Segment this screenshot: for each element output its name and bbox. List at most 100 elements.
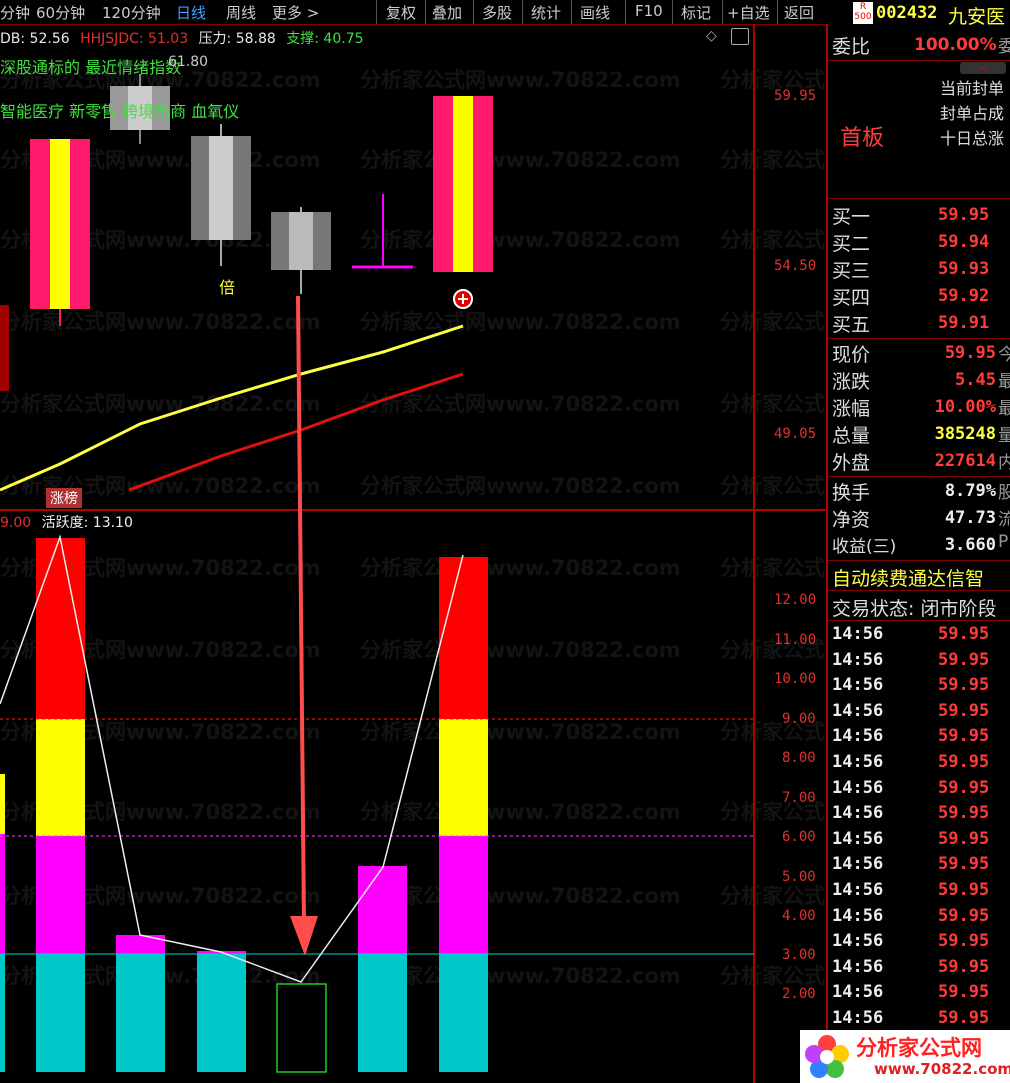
- tick-price: 59.95: [938, 854, 990, 875]
- stat-label: 总量: [832, 425, 871, 447]
- tick-price: 59.95: [938, 828, 990, 849]
- limit-up-tag: 涨榜: [46, 488, 82, 508]
- tick-row: 14:56 59.95: [832, 803, 1010, 828]
- f10-button[interactable]: F10: [635, 2, 663, 20]
- stat-value: 59.95: [944, 343, 996, 363]
- bid-row[interactable]: 买一 59.95: [828, 202, 1010, 228]
- stat-value: 10.00%: [934, 397, 996, 417]
- axis-tick: 7.00: [782, 790, 816, 806]
- axis-tick: 9.00: [782, 711, 816, 727]
- overlay-value: 61.80: [168, 54, 209, 70]
- tick-time: 14:56: [832, 700, 884, 721]
- axis-tick: 5.00: [782, 869, 816, 885]
- tick-row: 14:56 59.95: [832, 778, 1010, 803]
- kline-chart[interactable]: [0, 24, 826, 1083]
- seal-line: 当前封单: [940, 79, 1005, 98]
- tick-time: 14:56: [832, 675, 884, 696]
- tick-time: 14:56: [832, 752, 884, 772]
- mark-button[interactable]: 标记: [681, 2, 711, 23]
- tab-120min[interactable]: 120分钟: [102, 2, 161, 23]
- stat2-row: 收益(三) 3.660 P: [828, 532, 1010, 558]
- axis-tick: 4.00: [782, 908, 816, 924]
- bid-label: 买一: [832, 206, 871, 228]
- tick-price: 59.95: [938, 777, 990, 798]
- stat2-value: 8.79%: [944, 481, 996, 501]
- bid-label: 买二: [832, 233, 871, 255]
- stock-code: 002432: [876, 3, 938, 23]
- tick-price: 59.95: [938, 1008, 990, 1028]
- stat2-label: 换手: [832, 482, 871, 504]
- tab-daily[interactable]: 日线: [176, 2, 206, 23]
- seal-line: 十日总涨: [940, 129, 1005, 148]
- stat-row: 涨跌 5.45 最: [828, 367, 1010, 393]
- axis-tick: 2.00: [782, 986, 816, 1002]
- weibi-label: 委比: [832, 36, 871, 58]
- sub-chart-header: 9.00 活跃度: 13.10: [0, 512, 133, 532]
- stat-row: 总量 385248 量: [828, 421, 1010, 447]
- statistics-button[interactable]: 统计: [531, 2, 561, 23]
- tick-price: 59.95: [938, 880, 990, 900]
- weibi-row: 委比 100.00% 委: [828, 32, 1010, 58]
- stat2-row: 换手 8.79% 股: [828, 478, 1010, 504]
- candle-marker: 倍: [219, 278, 236, 297]
- tick-price: 59.95: [938, 982, 990, 1003]
- tick-row: 14:56 59.95: [832, 880, 1010, 905]
- multi-stock-button[interactable]: 多股: [482, 2, 512, 23]
- draw-line-button[interactable]: 画线: [580, 2, 610, 23]
- ma-yellow-line: [0, 324, 464, 492]
- stat-suffix: 最: [998, 399, 1010, 419]
- axis-tick: 12.00: [774, 592, 817, 608]
- indicator-bar: DB: 52.56 HHJSJDC: 51.03 压力: 58.88 支撑: 4…: [0, 28, 364, 48]
- first-board-label: 首板: [840, 126, 885, 151]
- tab-more[interactable]: 更多 >: [272, 2, 319, 23]
- bid-row[interactable]: 买二 59.94: [828, 229, 1010, 255]
- tick-price: 59.95: [938, 931, 990, 952]
- bid-row[interactable]: 买三 59.93: [828, 256, 1010, 282]
- bid-label: 买四: [832, 287, 871, 309]
- stat-row: 外盘 227614 内: [828, 448, 1010, 474]
- badge-num: 500: [854, 12, 872, 22]
- bid-price: 59.93: [938, 259, 990, 279]
- tab-weekly[interactable]: 周线: [226, 2, 256, 23]
- tab-minute[interactable]: 分钟: [0, 2, 30, 23]
- tick-price: 59.95: [938, 624, 990, 644]
- axis-tick: 49.05: [774, 426, 817, 442]
- tick-time: 14:56: [832, 931, 884, 952]
- badge-r: R: [859, 2, 867, 12]
- collapse-icon[interactable]: ︿: [960, 62, 1006, 74]
- tick-row: 14:56 59.95: [832, 726, 1010, 751]
- diamond-icon[interactable]: ◇: [706, 28, 717, 44]
- tick-time: 14:56: [832, 649, 884, 670]
- tab-60min[interactable]: 60分钟: [36, 2, 85, 23]
- concept-tags: 智能医疗 新零售 跨境电商 血氧仪: [0, 102, 240, 121]
- tick-row: 14:56 59.95: [832, 854, 1010, 879]
- weibi-value: 100.00%: [914, 35, 997, 55]
- overlay-button[interactable]: 叠加: [432, 2, 462, 23]
- bid-price: 59.92: [938, 286, 990, 306]
- seal-line: 封单占成: [940, 104, 1005, 123]
- activity-value: 活跃度: 13.10: [41, 515, 133, 531]
- hhjsjdc-value: HHJSJDC: 51.03: [80, 31, 189, 47]
- bid-row[interactable]: 买五 59.91: [828, 310, 1010, 336]
- stat-value: 227614: [934, 451, 996, 471]
- promo-text[interactable]: 自动续费通达信智: [832, 564, 1010, 591]
- axis-tick: 59.95: [774, 88, 817, 104]
- stat2-value: 47.73: [944, 508, 996, 528]
- tick-time: 14:56: [832, 803, 884, 824]
- tick-price: 59.95: [938, 700, 990, 721]
- bid-row[interactable]: 买四 59.92: [828, 283, 1010, 309]
- logo-title: 分析家公式网: [856, 1036, 982, 1060]
- logo-url: www.70822.com: [874, 1060, 1010, 1078]
- bid-label: 买三: [832, 260, 871, 282]
- stat-suffix: 今: [998, 345, 1010, 365]
- tick-row: 14:56 59.95: [832, 906, 1010, 931]
- add-favorite-button[interactable]: +自选: [727, 2, 770, 23]
- db-value: DB: 52.56: [0, 31, 70, 47]
- panel-toggle-icon[interactable]: [731, 28, 749, 45]
- stat-label: 现价: [832, 344, 871, 366]
- restore-rights-button[interactable]: 复权: [386, 2, 416, 23]
- back-button[interactable]: 返回: [784, 2, 814, 23]
- tick-row: 14:56 59.95: [832, 752, 1010, 777]
- tick-price: 59.95: [938, 649, 990, 670]
- stat2-row: 净资 47.73 流: [828, 505, 1010, 531]
